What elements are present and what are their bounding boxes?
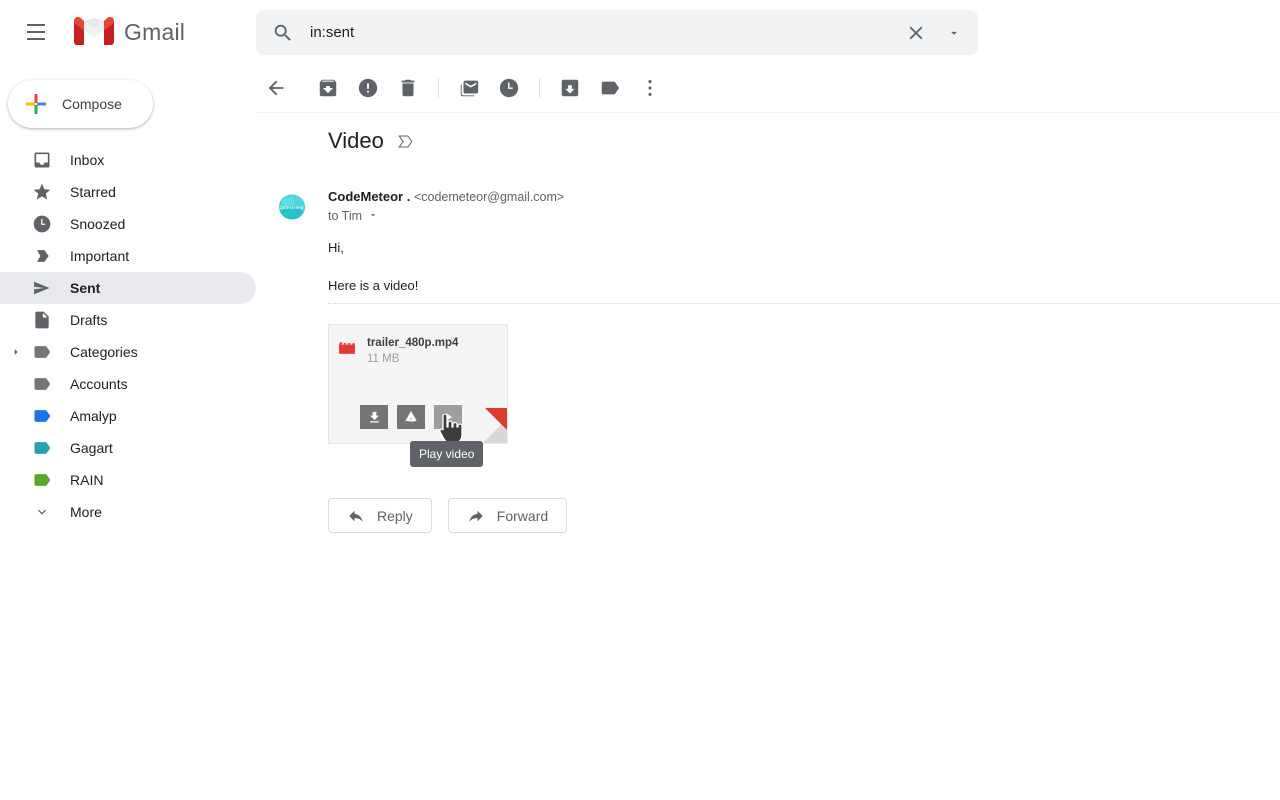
- email-toolbar: [256, 64, 1280, 112]
- search-input[interactable]: [310, 24, 898, 41]
- send-icon: [32, 278, 52, 298]
- draft-icon: [32, 310, 52, 330]
- search-icon: [272, 22, 294, 44]
- hamburger-menu-icon[interactable]: [12, 8, 60, 56]
- plus-icon: [24, 92, 48, 116]
- inbox-label-icon[interactable]: [396, 132, 415, 151]
- sidebar-item-label: Sent: [70, 280, 101, 296]
- card-corner-accent: [485, 408, 507, 430]
- page-title: Video: [328, 128, 384, 153]
- inbox-icon: [32, 150, 52, 170]
- gmail-logo-icon: [74, 17, 114, 47]
- sidebar-item-sent[interactable]: Sent: [0, 272, 256, 304]
- sidebar-item-label: Snoozed: [70, 216, 126, 232]
- attachment-card[interactable]: trailer_480p.mp4 11 MB: [328, 324, 508, 444]
- toolbar-separator: [539, 78, 540, 98]
- mark-unread-button[interactable]: [449, 68, 489, 108]
- reply-label: Reply: [377, 507, 413, 524]
- back-button[interactable]: [256, 68, 296, 108]
- star-icon: [32, 182, 52, 202]
- sidebar-item-gagart[interactable]: Gagart: [0, 432, 256, 464]
- message-divider: [328, 303, 1280, 304]
- sidebar-item-accounts[interactable]: Accounts: [0, 368, 256, 400]
- sidebar-item-rain[interactable]: RAIN: [0, 464, 256, 496]
- sidebar-nav: Inbox Starred Snoozed Important Sent Drafts Ca…: [0, 144, 256, 528]
- sidebar-item-label: Inbox: [70, 152, 105, 168]
- search-bar[interactable]: [256, 10, 978, 55]
- sidebar-item-label: More: [70, 504, 102, 520]
- attachment-meta: trailer_480p.mp4 11 MB: [367, 337, 458, 365]
- sidebar-item-label: Important: [70, 248, 130, 264]
- sidebar-item-inbox[interactable]: Inbox: [0, 144, 256, 176]
- attachment-header: trailer_480p.mp4 11 MB: [329, 325, 507, 365]
- message-actions: Reply Forward: [328, 498, 568, 533]
- sidebar-item-label: Starred: [70, 184, 116, 200]
- sidebar-item-important[interactable]: Important: [0, 240, 256, 272]
- forward-label: Forward: [496, 507, 549, 524]
- sidebar-item-label: RAIN: [70, 472, 104, 488]
- chevron-down-icon[interactable]: [934, 15, 974, 51]
- sender-block: CodeMeteor . <codemeteor@gmail.com> to T…: [328, 188, 970, 223]
- sidebar-item-categories[interactable]: Categories: [0, 336, 256, 368]
- expand-arrow-icon[interactable]: [6, 347, 26, 357]
- attachment-filename: trailer_480p.mp4: [367, 337, 459, 349]
- body-line: Here is a video!: [328, 278, 419, 293]
- sidebar-item-label: Drafts: [70, 312, 108, 328]
- sidebar-item-label: Accounts: [70, 376, 128, 392]
- recipient-line[interactable]: to Tim: [328, 209, 970, 223]
- archive-button[interactable]: [308, 68, 348, 108]
- chevron-down-icon[interactable]: [368, 209, 378, 223]
- label-icon: [32, 342, 52, 362]
- sidebar-item-label: Amalyp: [70, 408, 117, 424]
- reply-button[interactable]: Reply: [328, 498, 432, 533]
- gmail-logo[interactable]: Gmail: [74, 17, 185, 47]
- labels-button[interactable]: [590, 68, 630, 108]
- clock-icon: [32, 214, 52, 234]
- forward-arrow-icon: [467, 507, 485, 525]
- sidebar-item-starred[interactable]: Starred: [0, 176, 256, 208]
- sidebar-item-snoozed[interactable]: Snoozed: [0, 208, 256, 240]
- sidebar-item-label: Categories: [70, 344, 138, 360]
- sender-name: CodeMeteor .: [328, 189, 411, 204]
- label-icon: [32, 406, 52, 426]
- delete-button[interactable]: [388, 68, 428, 108]
- sidebar-item-amalyp[interactable]: Amalyp: [0, 400, 256, 432]
- sidebar-item-label: Gagart: [70, 440, 113, 456]
- more-options-button[interactable]: [630, 68, 670, 108]
- report-spam-button[interactable]: [348, 68, 388, 108]
- svg-text:CodeMeteor: CodeMeteor: [278, 205, 304, 210]
- gmail-wordmark: Gmail: [124, 18, 186, 45]
- sidebar-item-more[interactable]: More: [0, 496, 256, 528]
- tooltip: Play video: [410, 441, 484, 467]
- forward-button[interactable]: Forward: [447, 498, 568, 533]
- body-line: Hi,: [328, 240, 344, 255]
- chevron-down-icon: [32, 502, 52, 522]
- close-icon[interactable]: [898, 15, 934, 51]
- snooze-button[interactable]: [489, 68, 529, 108]
- attachment-filesize: 11 MB: [367, 353, 400, 365]
- sender-email: <codemeteor@gmail.com>: [413, 190, 565, 204]
- label-icon: [32, 470, 52, 490]
- recipient-label: to Tim: [328, 209, 363, 223]
- save-to-drive-button[interactable]: [397, 405, 425, 429]
- compose-button[interactable]: Compose: [8, 80, 153, 128]
- subject-row: Video: [328, 128, 415, 154]
- sidebar: Compose Inbox Starred Snoozed Important Sent…: [0, 64, 256, 800]
- sender-line: CodeMeteor . <codemeteor@gmail.com>: [328, 188, 970, 206]
- video-clapperboard-icon: [337, 338, 357, 358]
- label-icon: [32, 374, 52, 394]
- toolbar-divider: [256, 112, 1280, 113]
- label-icon: [32, 438, 52, 458]
- important-icon: [32, 246, 52, 266]
- compose-label: Compose: [62, 96, 122, 112]
- move-to-inbox-button[interactable]: [550, 68, 590, 108]
- download-attachment-button[interactable]: [360, 405, 388, 429]
- avatar[interactable]: CodeMeteor: [270, 188, 312, 228]
- toolbar-separator: [438, 78, 439, 98]
- message-header: CodeMeteor CodeMeteor . <codemeteor@gmai…: [270, 188, 970, 223]
- sidebar-item-drafts[interactable]: Drafts: [0, 304, 256, 336]
- reply-arrow-icon: [347, 507, 365, 525]
